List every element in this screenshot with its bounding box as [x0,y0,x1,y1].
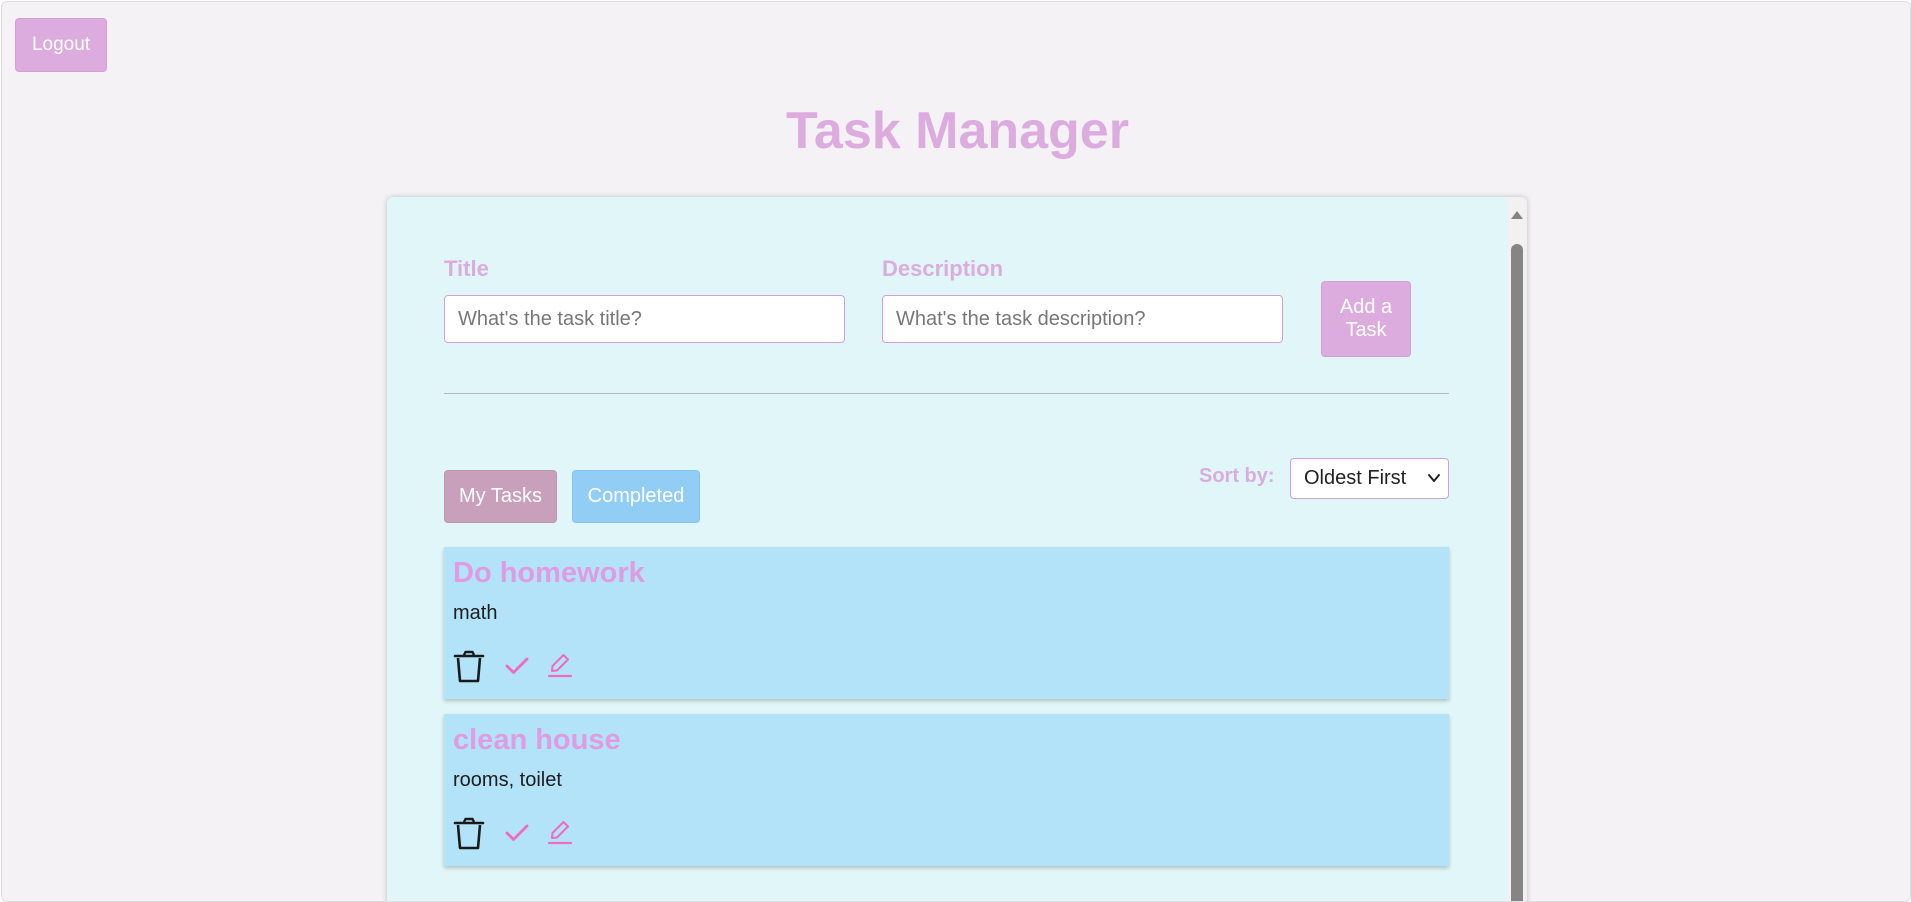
app-page: Logout Task Manager Title Description Ad… [1,1,1911,902]
scrollbar-thumb[interactable] [1511,244,1523,901]
description-label: Description [882,256,1004,281]
page-title: Task Manager [786,102,1129,160]
sort-label: Sort by: [1199,465,1275,487]
check-icon[interactable] [504,655,530,677]
task-title: Do homework [453,557,645,589]
trash-icon[interactable] [452,649,486,685]
title-label: Title [444,256,489,281]
title-input[interactable] [444,295,845,343]
check-icon[interactable] [504,822,530,844]
task-description: math [453,602,498,624]
logout-button[interactable]: Logout [15,18,107,72]
scroll-up-arrow-icon[interactable] [1511,209,1523,219]
form-divider [444,393,1449,394]
add-task-button[interactable]: Add a Task [1321,281,1411,357]
task-card: clean house rooms, toilet [444,714,1449,866]
pencil-icon[interactable] [547,818,573,846]
description-input[interactable] [882,295,1283,343]
tab-completed[interactable]: Completed [572,470,700,523]
chevron-down-icon [1428,474,1440,482]
trash-icon[interactable] [452,816,486,852]
task-card: Do homework math [444,547,1449,699]
sort-select[interactable]: Oldest First [1290,458,1449,499]
pencil-icon[interactable] [547,651,573,679]
tab-my-tasks[interactable]: My Tasks [444,470,557,523]
task-title: clean house [453,724,621,756]
task-panel: Title Description Add a Task My Tasks Co… [387,197,1527,901]
scrollbar[interactable] [1507,197,1527,901]
sort-selected-value: Oldest First [1304,467,1407,489]
task-list: Do homework math clean house rooms, toil… [444,547,1449,881]
task-description: rooms, toilet [453,769,562,791]
